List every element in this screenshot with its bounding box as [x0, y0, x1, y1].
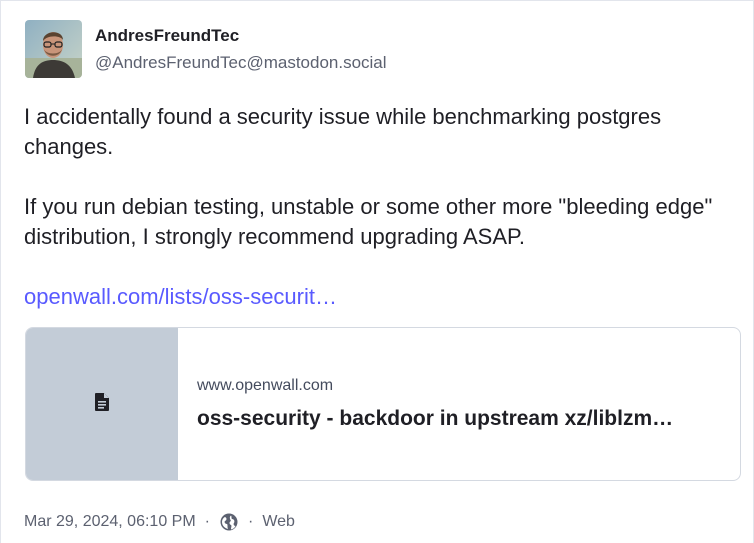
- post-content: I accidentally found a security issue wh…: [24, 102, 734, 312]
- meta-separator: ·: [247, 513, 254, 530]
- post-paragraph: I accidentally found a security issue wh…: [24, 104, 662, 159]
- link-preview-card[interactable]: www.openwall.com oss-security - backdoor…: [25, 327, 741, 481]
- post-timestamp[interactable]: Mar 29, 2024, 06:10 PM: [24, 512, 196, 532]
- globe-icon: [219, 512, 239, 532]
- post-paragraph: If you run debian testing, unstable or s…: [24, 194, 713, 249]
- post-link-paragraph: openwall.com/lists/oss-securit…: [24, 282, 734, 312]
- link-preview-host: www.openwall.com: [197, 377, 334, 394]
- post-link[interactable]: openwall.com/lists/oss-securit…: [24, 284, 337, 309]
- link-preview-thumbnail: [26, 328, 178, 480]
- author-display-name[interactable]: AndresFreundTec: [95, 25, 387, 47]
- file-icon: [93, 392, 111, 417]
- status-post: AndresFreundTec @AndresFreundTec@mastodo…: [0, 0, 754, 543]
- author-names: AndresFreundTec @AndresFreundTec@mastodo…: [95, 25, 387, 74]
- post-header: AndresFreundTec @AndresFreundTec@mastodo…: [25, 20, 387, 78]
- post-application: Web: [262, 513, 295, 530]
- post-meta: Mar 29, 2024, 06:10 PM · · Web: [24, 512, 295, 532]
- link-preview-title: oss-security - backdoor in upstream xz/l…: [197, 407, 674, 430]
- author-handle[interactable]: @AndresFreundTec@mastodon.social: [95, 52, 387, 74]
- link-preview-body: www.openwall.com oss-security - backdoor…: [178, 328, 673, 480]
- avatar[interactable]: [25, 20, 82, 78]
- meta-separator: ·: [204, 513, 210, 530]
